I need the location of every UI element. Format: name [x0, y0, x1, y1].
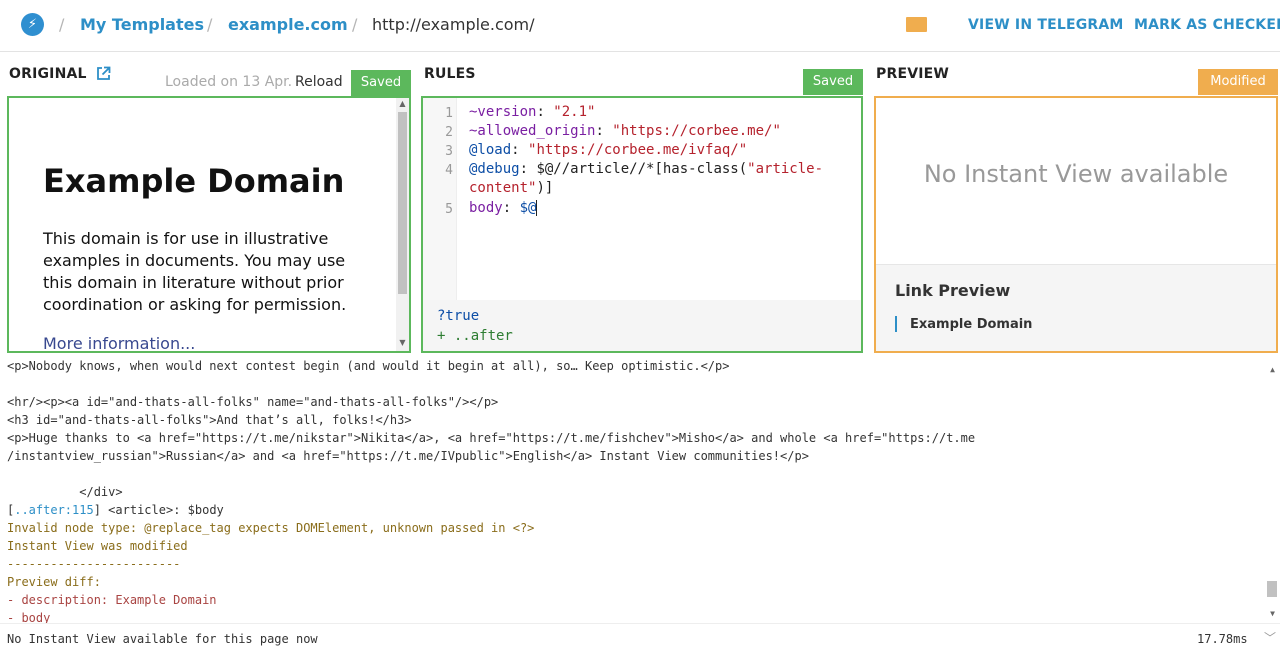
- log-source-link[interactable]: ..after:115: [14, 503, 93, 517]
- status-bar: No Instant View available for this page …: [0, 623, 1280, 647]
- debug-log[interactable]: <p>Nobody knows, when would next contest…: [0, 355, 1280, 623]
- rules-status-badge: Saved: [803, 69, 863, 95]
- line-number: 5: [445, 202, 453, 217]
- log-line: <hr/><p><a id="and-thats-all-folks" name…: [7, 395, 499, 409]
- rules-result-area: ?true + ..after: [423, 300, 861, 351]
- log-scrollbar[interactable]: ▲ ▼: [1264, 355, 1280, 623]
- breadcrumb-my-templates[interactable]: My Templates: [80, 15, 204, 35]
- status-flag-icon[interactable]: [906, 17, 927, 32]
- line-number: 1: [445, 106, 453, 121]
- page-description: This domain is for use in illustrative e…: [43, 229, 347, 314]
- log-line: <p>Huge thanks to <a href="https://t.me/…: [7, 431, 976, 445]
- reload-link[interactable]: Reload: [295, 74, 343, 90]
- log-line: <h3 id="and-thats-all-folks">And that’s …: [7, 413, 412, 427]
- external-link-icon[interactable]: [96, 66, 111, 81]
- log-line: Preview diff:: [7, 575, 101, 589]
- code-line[interactable]: ~allowed_origin: "https://corbee.me/": [469, 123, 781, 139]
- line-number: 3: [445, 144, 453, 159]
- line-number: 2: [445, 125, 453, 140]
- breadcrumb-separator: /: [59, 15, 65, 34]
- log-line: [..after:115] <article>: $body: [7, 503, 224, 517]
- view-in-telegram-button[interactable]: VIEW IN TELEGRAM: [968, 16, 1124, 34]
- link-preview-title: Link Preview: [895, 281, 1011, 300]
- scroll-up-icon[interactable]: ▲: [396, 99, 409, 108]
- log-line: /instantview_russian">Russian</a> and <a…: [7, 449, 809, 463]
- line-number-gutter: 1 2 3 4 5: [423, 98, 457, 300]
- rules-title: RULES: [424, 66, 476, 82]
- preview-pane: No Instant View available Link Preview E…: [874, 96, 1278, 353]
- original-scrollbar[interactable]: ▲ ▼: [396, 98, 409, 351]
- log-line: - body: [7, 611, 51, 623]
- log-line: ------------------------: [7, 557, 181, 571]
- log-line: Instant View was modified: [7, 539, 188, 553]
- status-message: No Instant View available for this page …: [7, 632, 318, 646]
- result-line: ?true: [437, 308, 480, 324]
- log-line: </div>: [7, 485, 123, 499]
- preview-status-badge: Modified: [1198, 69, 1278, 95]
- loaded-date: Loaded on 13 Apr.: [165, 74, 293, 90]
- breadcrumb-url: http://example.com/: [372, 15, 535, 34]
- code-line[interactable]: @debug: $@//article//*[has-class("articl…: [469, 161, 823, 177]
- scroll-up-icon[interactable]: ▲: [1266, 365, 1279, 374]
- log-line: <p>Nobody knows, when would next contest…: [7, 359, 730, 373]
- log-line: Invalid node type: @replace_tag expects …: [7, 521, 535, 535]
- breadcrumb-domain[interactable]: example.com: [228, 15, 348, 35]
- line-number: 4: [445, 163, 453, 178]
- top-bar: ⚡ / My Templates / example.com / http://…: [0, 0, 1280, 52]
- scrollbar-thumb[interactable]: [398, 112, 407, 294]
- rules-editor[interactable]: 1 2 3 4 5 ~version: "2.1" ~allowed_origi…: [421, 96, 863, 353]
- timing-readout: 17.78ms: [1197, 632, 1248, 646]
- no-instant-view-message: No Instant View available: [923, 160, 1229, 188]
- result-line: + ..after: [437, 328, 513, 344]
- breadcrumb-separator: /: [352, 15, 358, 34]
- code-line[interactable]: body: $@: [469, 200, 538, 216]
- link-preview-accent-bar: [895, 316, 897, 332]
- link-preview-box: Link Preview Example Domain: [876, 264, 1276, 351]
- mark-as-checked-button[interactable]: MARK AS CHECKED: [1134, 16, 1280, 34]
- chevron-down-icon[interactable]: ﹀: [1264, 629, 1276, 646]
- original-page-frame[interactable]: Example Domain This domain is for use in…: [7, 96, 411, 353]
- scroll-down-icon[interactable]: ▼: [396, 338, 409, 347]
- original-title: ORIGINAL: [9, 66, 87, 82]
- page-heading: Example Domain: [43, 162, 345, 200]
- scroll-down-icon[interactable]: ▼: [1266, 609, 1279, 618]
- preview-title: PREVIEW: [876, 66, 950, 82]
- code-line[interactable]: ~version: "2.1": [469, 104, 595, 120]
- text-cursor: [536, 200, 538, 216]
- log-line: - description: Example Domain: [7, 593, 217, 607]
- lightning-logo-icon[interactable]: ⚡: [21, 13, 44, 36]
- original-status-badge: Saved: [351, 70, 411, 96]
- scrollbar-thumb[interactable]: [1267, 581, 1277, 597]
- link-preview-text: Example Domain: [910, 317, 1033, 332]
- code-line-wrap[interactable]: content")]: [469, 180, 553, 196]
- breadcrumb-separator: /: [207, 15, 213, 34]
- code-line[interactable]: @load: "https://corbee.me/ivfaq/": [469, 142, 747, 158]
- more-information-link[interactable]: More information...: [43, 334, 195, 351]
